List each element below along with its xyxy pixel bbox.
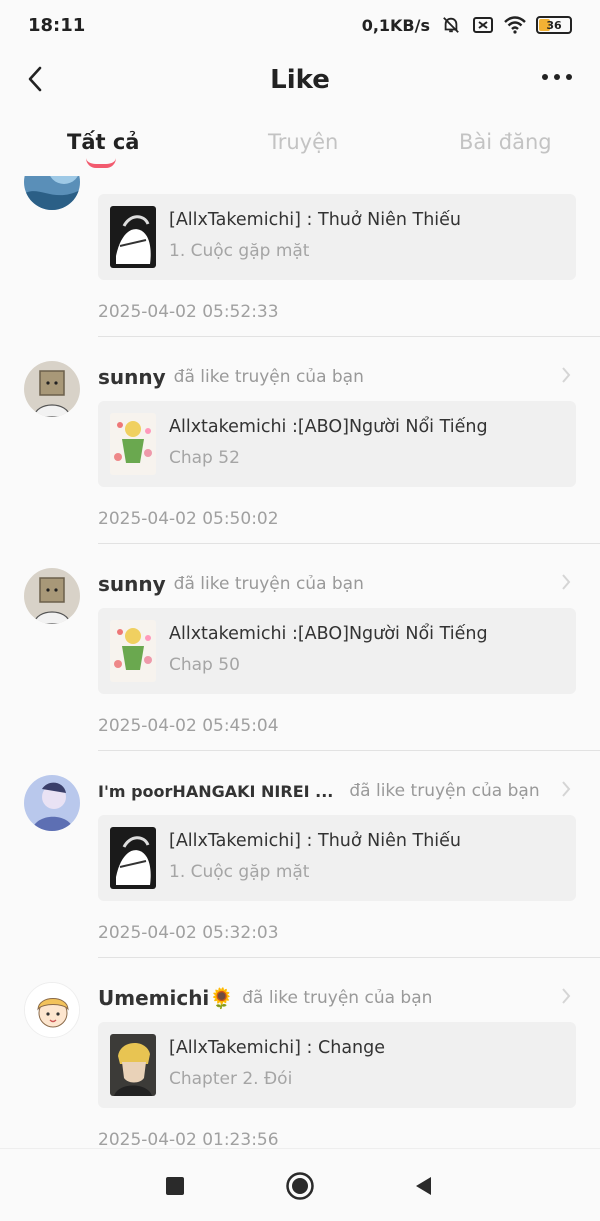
notification-list: [AllxTakemichi] : Thuở Niên Thiếu 1. Cuộ…	[0, 176, 600, 1148]
chapter-label: Chap 52	[169, 448, 240, 468]
circle-icon	[286, 1172, 314, 1200]
more-dot	[554, 74, 560, 80]
comic-card[interactable]: [AllxTakemichi] : Thuở Niên Thiếu 1. Cuộ…	[98, 815, 576, 901]
list-item[interactable]: sunny đã like truyện của bạn Allxtakemic…	[0, 544, 600, 751]
system-nav-bar	[0, 1148, 600, 1221]
comic-cover	[110, 413, 156, 475]
avatar[interactable]	[24, 361, 80, 417]
timestamp: 2025-04-02 05:32:03	[98, 923, 279, 943]
network-speed: 0,1KB/s	[361, 15, 430, 35]
avatar[interactable]	[24, 982, 80, 1038]
user-name[interactable]: sunny	[98, 572, 166, 596]
chevron-right-icon	[562, 574, 571, 590]
more-dot	[566, 74, 572, 80]
action-text: đã like truyện của bạn	[349, 781, 540, 801]
list-item[interactable]: Umemichi🌻 đã like truyện của bạn [AllxTa…	[0, 958, 600, 1148]
avatar[interactable]	[24, 176, 80, 210]
tab-posts[interactable]: Bài đăng	[459, 130, 552, 154]
comic-title: [AllxTakemichi] : Thuở Niên Thiếu	[169, 831, 462, 851]
action-text: đã like truyện của bạn	[173, 574, 364, 594]
header: Like	[0, 50, 600, 110]
action-text: đã like truyện của bạn	[173, 367, 364, 387]
user-name[interactable]: Umemichi🌻	[98, 986, 234, 1010]
timestamp: 2025-04-02 05:52:33	[98, 302, 279, 322]
system-back-button[interactable]	[408, 1171, 438, 1201]
user-line: sunny đã like truyện của bạn	[98, 569, 560, 599]
back-chevron-icon[interactable]	[22, 64, 52, 94]
user-line: I'm poorHANGAKI NIREI ... đã like truyện…	[98, 776, 560, 806]
mute-bell-icon	[443, 17, 459, 33]
chevron-right-icon	[562, 988, 571, 1004]
tab-all[interactable]: Tất cả	[67, 130, 139, 154]
timestamp: 2025-04-02 05:45:04	[98, 716, 279, 736]
status-icons: 0,1KB/s 36	[362, 16, 572, 35]
home-button[interactable]	[285, 1171, 315, 1201]
chevron-right-icon	[562, 781, 571, 797]
battery-icon: 36	[536, 16, 572, 34]
more-dot	[542, 74, 548, 80]
timestamp: 2025-04-02 01:23:56	[98, 1130, 279, 1148]
chapter-label: Chap 50	[169, 655, 240, 675]
no-sim-icon	[473, 17, 493, 33]
comic-card[interactable]: [AllxTakemichi] : Change Chapter 2. Đói	[98, 1022, 576, 1108]
list-item[interactable]: sunny đã like truyện của bạn Allxtakemic…	[0, 337, 600, 544]
comic-card[interactable]: Allxtakemichi :[ABO]Người Nổi Tiếng Chap…	[98, 608, 576, 694]
list-item[interactable]: [AllxTakemichi] : Thuở Niên Thiếu 1. Cuộ…	[0, 176, 600, 337]
comic-cover	[110, 827, 156, 889]
recent-apps-button[interactable]	[160, 1171, 190, 1201]
comic-card[interactable]: [AllxTakemichi] : Thuở Niên Thiếu 1. Cuộ…	[98, 194, 576, 280]
page-title: Like	[270, 65, 330, 95]
timestamp: 2025-04-02 05:50:02	[98, 509, 279, 529]
active-tab-indicator	[86, 158, 116, 168]
comic-title: [AllxTakemichi] : Change	[169, 1038, 386, 1058]
more-options-icon[interactable]	[542, 74, 572, 80]
user-line: sunny đã like truyện của bạn	[98, 362, 560, 392]
comic-card[interactable]: Allxtakemichi :[ABO]Người Nổi Tiếng Chap…	[98, 401, 576, 487]
wifi-icon	[504, 16, 526, 34]
tab-comics[interactable]: Truyện	[268, 130, 338, 154]
comic-title: Allxtakemichi :[ABO]Người Nổi Tiếng	[169, 624, 488, 644]
user-line: Umemichi🌻 đã like truyện của bạn	[98, 983, 560, 1013]
comic-cover	[110, 620, 156, 682]
battery-level: 36	[546, 18, 562, 32]
status-time: 18:11	[28, 14, 86, 36]
chapter-label: 1. Cuộc gặp mặt	[169, 862, 310, 882]
comic-cover	[110, 206, 156, 268]
chevron-right-icon	[562, 367, 571, 383]
triangle-left-icon	[416, 1177, 431, 1195]
tab-bar: Tất cả Truyện Bài đăng	[0, 120, 600, 176]
avatar[interactable]	[24, 568, 80, 624]
action-text: đã like truyện của bạn	[242, 988, 433, 1008]
avatar[interactable]	[24, 775, 80, 831]
comic-cover	[110, 1034, 156, 1096]
comic-title: Allxtakemichi :[ABO]Người Nổi Tiếng	[169, 417, 488, 437]
chapter-label: 1. Cuộc gặp mặt	[169, 241, 310, 261]
chapter-label: Chapter 2. Đói	[169, 1069, 293, 1089]
square-icon	[166, 1177, 184, 1195]
user-name[interactable]: I'm poorHANGAKI NIREI ...	[98, 782, 333, 801]
status-bar: 18:11 0,1KB/s 36	[0, 0, 600, 50]
list-item[interactable]: I'm poorHANGAKI NIREI ... đã like truyện…	[0, 751, 600, 958]
comic-title: [AllxTakemichi] : Thuở Niên Thiếu	[169, 210, 462, 230]
user-name[interactable]: sunny	[98, 365, 166, 389]
